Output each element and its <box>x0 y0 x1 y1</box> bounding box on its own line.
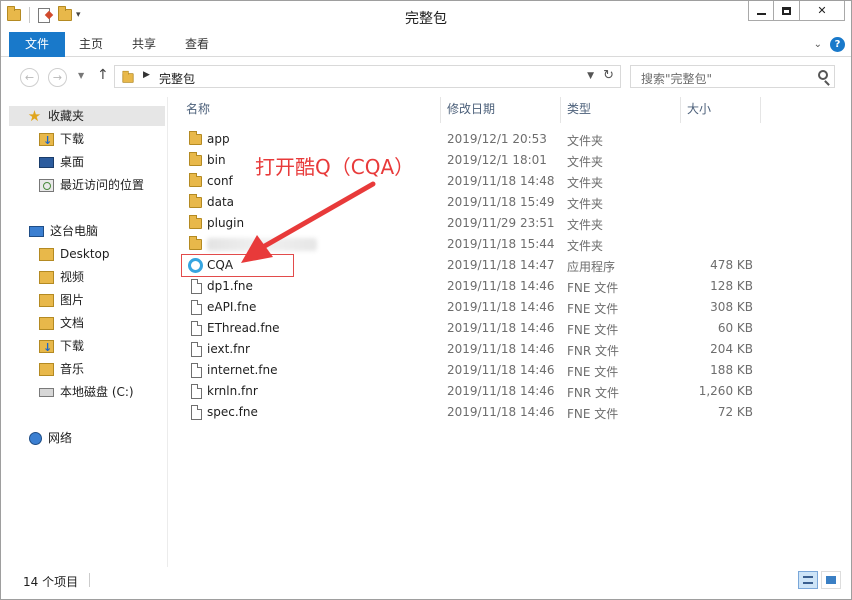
details-view-icon <box>803 576 813 584</box>
item-count: 14 个项目 <box>23 575 79 589</box>
status-bar: 14 个项目 <box>1 567 851 599</box>
status-separator <box>89 573 90 587</box>
details-view-button[interactable] <box>798 571 818 589</box>
annotation-arrow <box>241 181 376 263</box>
large-icons-view-icon <box>826 576 836 584</box>
explorer-window: ▾ 完整包 ✕ 文件 主页 共享 查看 ⌄ ? ← → ▼ ↑ ▶ 完整包 ▼ … <box>0 0 852 600</box>
large-icons-view-button[interactable] <box>821 571 841 589</box>
